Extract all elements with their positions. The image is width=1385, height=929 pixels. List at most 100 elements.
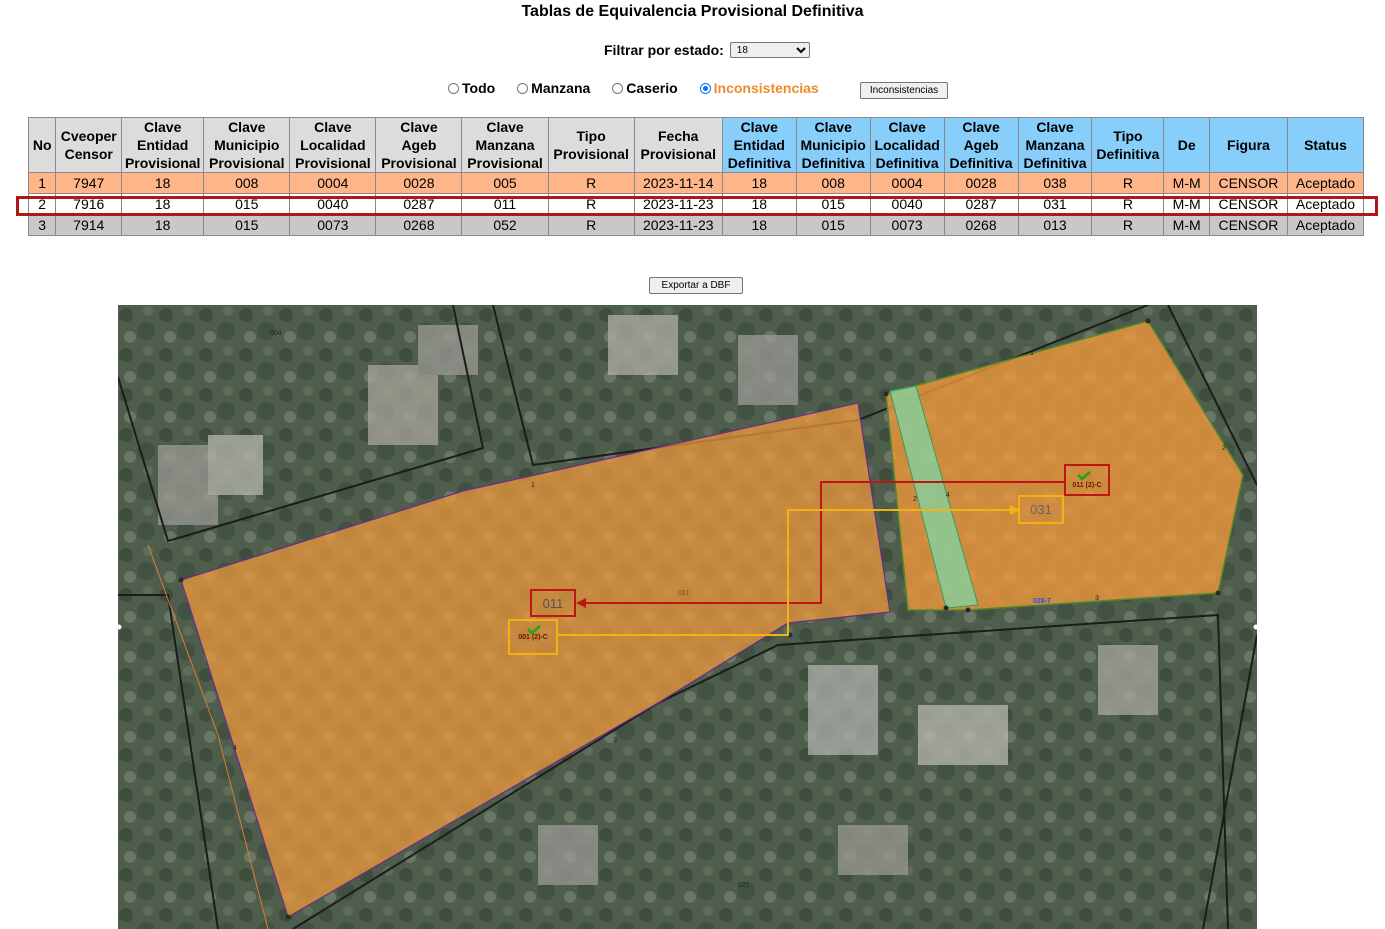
radio-dot[interactable]: [517, 82, 529, 94]
table-cell: 0073: [869, 214, 945, 236]
header-fecha-prov: Fecha Provisional: [633, 117, 723, 173]
header-ageb-prov: Clave Ageb Provisional: [375, 117, 463, 173]
table-cell: 0268: [943, 214, 1019, 236]
table-cell: 0287: [375, 193, 463, 215]
table-cell: 015: [795, 214, 871, 236]
map-edge-handle-right[interactable]: [1252, 623, 1257, 631]
table-cell: R: [547, 172, 635, 194]
header-no: No: [27, 117, 57, 173]
header-ent-def: Clave Entidad Definitiva: [721, 117, 797, 173]
header-tipo-prov: Tipo Provisional: [547, 117, 635, 173]
table-header-row: No Cveoper Censor Clave Entidad Provisional…: [27, 117, 1365, 173]
table-cell: 0028: [375, 172, 463, 194]
table-cell: 005: [461, 172, 549, 194]
table-cell: CENSOR: [1208, 172, 1288, 194]
label-021: 021: [738, 882, 750, 889]
map-view[interactable]: 011 011 (2)-C 031 001 (2)-C 028-7 004 02…: [118, 305, 1257, 929]
table-cell: 2023-11-14: [633, 172, 723, 194]
state-filter: Filtrar por estado: 18: [604, 42, 810, 58]
table-cell: 2: [27, 193, 57, 215]
table-cell: 0268: [375, 214, 463, 236]
table-cell: 2023-11-23: [633, 193, 723, 215]
table-cell: 3: [27, 214, 57, 236]
table-cell: 0028: [943, 172, 1019, 194]
table-cell: Aceptado: [1286, 214, 1365, 236]
radio-label: Inconsistencias: [713, 80, 819, 96]
table-cell: 1: [27, 172, 57, 194]
table-cell: 18: [121, 172, 205, 194]
table-cell: 0040: [289, 193, 377, 215]
table-cell: 7916: [55, 193, 123, 215]
num-3b: 3: [1095, 595, 1099, 602]
table-cell: 013: [1017, 214, 1093, 236]
label-001c: 001 (2)-C: [518, 634, 548, 641]
page-title: Tablas de Equivalencia Provisional Defin…: [521, 3, 864, 20]
radio-dot[interactable]: [699, 82, 711, 94]
table-cell: 011: [461, 193, 549, 215]
table-cell: 0287: [943, 193, 1019, 215]
header-mza-prov: Clave Manzana Provisional: [461, 117, 549, 173]
radio-inconsistencias[interactable]: Inconsistencias: [699, 80, 819, 96]
header-status: Status: [1286, 117, 1365, 173]
table-cell: M-M: [1163, 172, 1210, 194]
table-cell: 015: [795, 193, 871, 215]
table-cell: 18: [721, 172, 797, 194]
table-cell: 0004: [289, 172, 377, 194]
map-canvas[interactable]: 011 011 (2)-C 031 001 (2)-C 028-7 004 02…: [118, 305, 1257, 929]
header-mun-def: Clave Municipio Definitiva: [795, 117, 871, 173]
header-tipo-def: Tipo Definitiva: [1091, 117, 1165, 173]
table-cell: 7914: [55, 214, 123, 236]
table-cell: 18: [121, 214, 205, 236]
table-cell: 031: [1017, 193, 1093, 215]
table-cell: R: [547, 214, 635, 236]
radio-label: Manzana: [531, 80, 591, 96]
num-2: 2: [913, 496, 917, 503]
header-de: De: [1163, 117, 1210, 173]
header-cveoper: Cveoper Censor: [55, 117, 123, 173]
table-cell: 015: [203, 193, 291, 215]
radio-dot[interactable]: [612, 82, 624, 94]
label-004: 004: [270, 330, 282, 337]
radio-todo[interactable]: Todo: [448, 80, 495, 96]
export-dbf-button[interactable]: Exportar a DBF: [649, 277, 743, 294]
table-cell: CENSOR: [1208, 214, 1288, 236]
label-011-small: 011: [678, 590, 689, 597]
table-row[interactable]: 1 7947 18 008 0004 0028 005 R 2023-11-14 18 008 000…: [27, 172, 1365, 194]
header-loc-def: Clave Localidad Definitiva: [869, 117, 945, 173]
table-cell: 18: [121, 193, 205, 215]
label-028: 028-7: [1033, 598, 1051, 605]
table-cell: CENSOR: [1208, 193, 1288, 215]
view-radio-group: Todo Manzana Caserio Inconsistencias: [448, 80, 841, 96]
table-cell: R: [1091, 172, 1165, 194]
table-cell: 2023-11-23: [633, 214, 723, 236]
table-body: 1 7947 18 008 0004 0028 005 R 2023-11-14 18 008 000…: [27, 172, 1365, 236]
num-1a: 1: [531, 482, 535, 489]
inconsistencias-button[interactable]: Inconsistencias: [860, 82, 948, 99]
label-011: 011: [543, 596, 564, 611]
radio-dot[interactable]: [448, 82, 459, 94]
radio-caserio[interactable]: Caserio: [612, 80, 678, 96]
header-ent-prov: Clave Entidad Provisional: [121, 117, 205, 173]
table-cell: 18: [721, 214, 797, 236]
table-cell: 052: [461, 214, 549, 236]
table-cell: R: [1091, 193, 1165, 215]
table-cell: M-M: [1163, 214, 1210, 236]
num-2b: 2: [1222, 445, 1226, 452]
header-ageb-def: Clave Ageb Definitiva: [943, 117, 1019, 173]
table-cell: 0073: [289, 214, 377, 236]
equivalence-table: No Cveoper Censor Clave Entidad Provisional…: [27, 117, 1365, 236]
table-cell: 015: [203, 214, 291, 236]
table-cell: 0040: [869, 193, 945, 215]
num-4b: 4: [946, 492, 950, 499]
table-cell: 0004: [869, 172, 945, 194]
table-row[interactable]: 2 7916 18 015 0040 0287 011 R 2023-11-23 18 015 004…: [27, 193, 1365, 215]
radio-manzana[interactable]: Manzana: [517, 80, 590, 96]
map-edge-handle-left[interactable]: [118, 623, 123, 631]
table-cell: 18: [721, 193, 797, 215]
table-cell: M-M: [1163, 193, 1210, 215]
table-cell: R: [1091, 214, 1165, 236]
header-mza-def: Clave Manzana Definitiva: [1017, 117, 1093, 173]
state-select[interactable]: 18: [729, 42, 810, 58]
table-row[interactable]: 3 7914 18 015 0073 0268 052 R 2023-11-23 18 015 007…: [27, 214, 1365, 236]
header-mun-prov: Clave Municipio Provisional: [203, 117, 291, 173]
